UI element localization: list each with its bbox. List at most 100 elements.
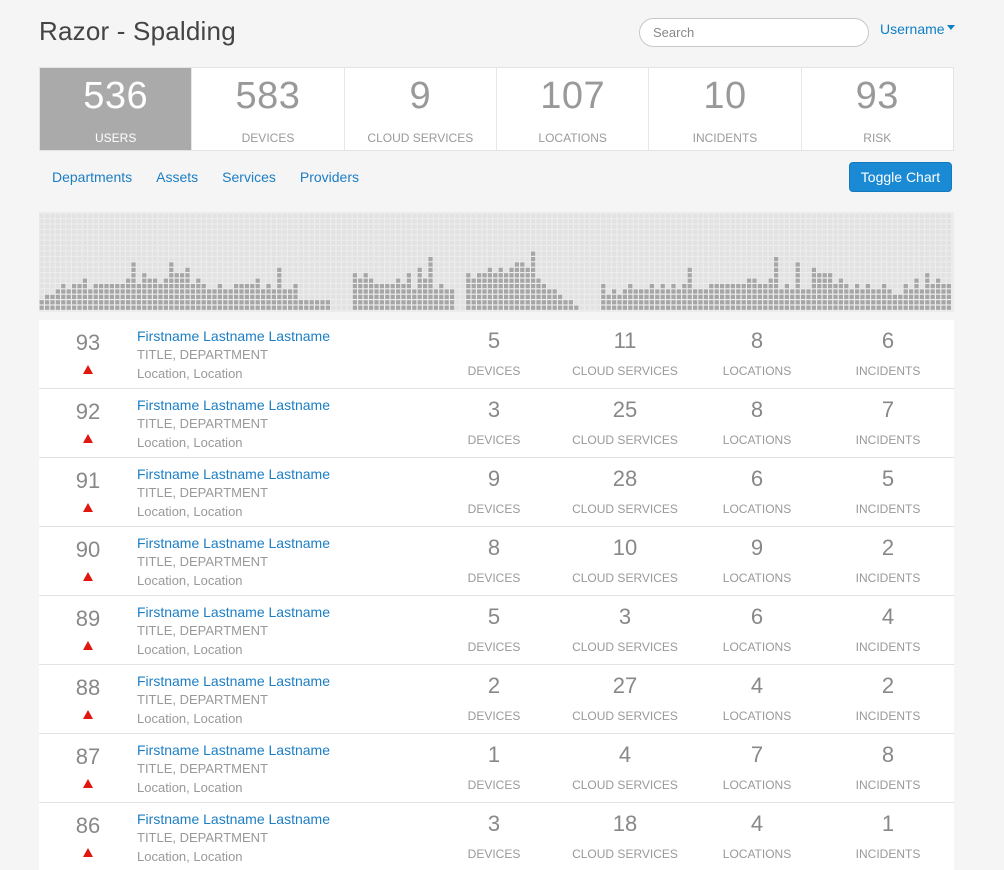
chart-grid-cell xyxy=(390,235,395,240)
nav-link-departments[interactable]: Departments xyxy=(52,169,132,185)
chart-grid-cell xyxy=(336,284,341,289)
chart-svg xyxy=(39,213,951,310)
chart-grid-cell xyxy=(169,235,174,240)
stat-incidents[interactable]: 10 INCIDENTS xyxy=(649,68,802,150)
chart-bar-cell xyxy=(298,305,303,310)
chart-grid-cell xyxy=(271,246,276,251)
user-name-link[interactable]: Firstname Lastname Lastname xyxy=(137,397,330,413)
chart-grid-cell xyxy=(406,257,411,262)
user-name-link[interactable]: Firstname Lastname Lastname xyxy=(137,673,330,689)
chart-grid-cell xyxy=(487,246,492,251)
chart-grid-cell xyxy=(682,235,687,240)
chart-bar-cell xyxy=(687,300,692,305)
chart-grid-cell xyxy=(455,294,460,299)
stat-cloud-services[interactable]: 9 CLOUD SERVICES xyxy=(345,68,497,150)
chart-bar-cell xyxy=(822,294,827,299)
chart-bar-cell xyxy=(622,294,627,299)
chart-grid-cell xyxy=(450,235,455,240)
nav-link-assets[interactable]: Assets xyxy=(156,169,198,185)
chart-bar-cell xyxy=(190,305,195,310)
chart-bar-cell xyxy=(817,284,822,289)
chart-grid-cell xyxy=(136,251,141,256)
metric-value: 3 xyxy=(487,811,501,836)
chart-bar-cell xyxy=(838,284,843,289)
chart-bar-cell xyxy=(142,294,147,299)
chart-grid-cell xyxy=(919,235,924,240)
user-name-link[interactable]: Firstname Lastname Lastname xyxy=(137,535,330,551)
chart-bar-cell xyxy=(903,284,908,289)
chart-bar-cell xyxy=(601,300,606,305)
chart-grid-cell xyxy=(250,267,255,272)
chart-grid-cell xyxy=(498,219,503,224)
chart-grid-cell xyxy=(99,246,104,251)
chart-grid-cell xyxy=(849,267,854,272)
chart-grid-cell xyxy=(282,251,287,256)
chart-grid-cell xyxy=(833,213,838,218)
chart-grid-cell xyxy=(844,235,849,240)
metric-value: 2 xyxy=(881,535,895,560)
chart-grid-cell xyxy=(806,235,811,240)
chart-bar-cell xyxy=(358,278,363,283)
chart-grid-cell xyxy=(423,257,428,262)
chart-grid-cell xyxy=(811,213,816,218)
metric-devices: 1 DEVICES xyxy=(429,742,559,792)
chart-grid-cell xyxy=(282,267,287,272)
chart-grid-cell xyxy=(547,251,552,256)
chart-bar-cell xyxy=(423,294,428,299)
toggle-chart-button[interactable]: Toggle Chart xyxy=(849,162,952,192)
chart-grid-cell xyxy=(298,294,303,299)
chart-bar-cell xyxy=(779,289,784,294)
stat-devices[interactable]: 583 DEVICES xyxy=(192,68,345,150)
chart-bar-cell xyxy=(525,305,530,310)
chart-grid-cell xyxy=(909,246,914,251)
user-name-link[interactable]: Firstname Lastname Lastname xyxy=(137,328,330,344)
stat-risk[interactable]: 93 RISK xyxy=(802,68,953,150)
chart-bar-cell xyxy=(779,300,784,305)
chart-grid-cell xyxy=(855,230,860,235)
chart-bar-cell xyxy=(185,289,190,294)
user-name-link[interactable]: Firstname Lastname Lastname xyxy=(137,811,330,827)
chart-grid-cell xyxy=(876,235,881,240)
chart-grid-cell xyxy=(147,240,152,245)
chart-grid-cell xyxy=(217,267,222,272)
user-name-link[interactable]: Firstname Lastname Lastname xyxy=(137,742,330,758)
stat-users[interactable]: 536 USERS xyxy=(40,68,193,150)
chart-grid-cell xyxy=(325,213,330,218)
user-location: Location, Location xyxy=(137,849,243,864)
chart-grid-cell xyxy=(466,240,471,245)
chart-grid-cell xyxy=(163,246,168,251)
chart-grid-cell xyxy=(633,267,638,272)
chart-grid-cell xyxy=(379,224,384,229)
user-name-link[interactable]: Firstname Lastname Lastname xyxy=(137,466,330,482)
search-input[interactable] xyxy=(639,18,869,47)
chart-grid-cell xyxy=(196,240,201,245)
nav-link-providers[interactable]: Providers xyxy=(300,169,359,185)
chart-grid-cell xyxy=(779,246,784,251)
chart-grid-cell xyxy=(385,273,390,278)
user-menu[interactable]: Username xyxy=(880,21,955,37)
chart-grid-cell xyxy=(331,267,336,272)
chart-grid-cell xyxy=(277,235,282,240)
chart-bar-cell xyxy=(444,300,449,305)
chart-bar-cell xyxy=(612,289,617,294)
chart-grid-cell xyxy=(639,262,644,267)
chart-grid-cell xyxy=(120,251,125,256)
chart-grid-cell xyxy=(466,246,471,251)
chart-bar-cell xyxy=(131,267,136,272)
chart-grid-cell xyxy=(590,284,595,289)
nav-link-services[interactable]: Services xyxy=(222,169,276,185)
chart-bar-cell xyxy=(293,294,298,299)
chart-grid-cell xyxy=(147,267,152,272)
chart-grid-cell xyxy=(919,257,924,262)
chart-grid-cell xyxy=(666,257,671,262)
chart-grid-cell xyxy=(342,213,347,218)
chart-bar-cell xyxy=(531,273,536,278)
chart-grid-cell xyxy=(433,235,438,240)
chart-grid-cell xyxy=(541,251,546,256)
user-name-link[interactable]: Firstname Lastname Lastname xyxy=(137,604,330,620)
chart-grid-cell xyxy=(342,219,347,224)
stat-locations[interactable]: 107 LOCATIONS xyxy=(497,68,650,150)
chart-grid-cell xyxy=(698,213,703,218)
chart-grid-cell xyxy=(406,235,411,240)
chart-grid-cell xyxy=(784,230,789,235)
